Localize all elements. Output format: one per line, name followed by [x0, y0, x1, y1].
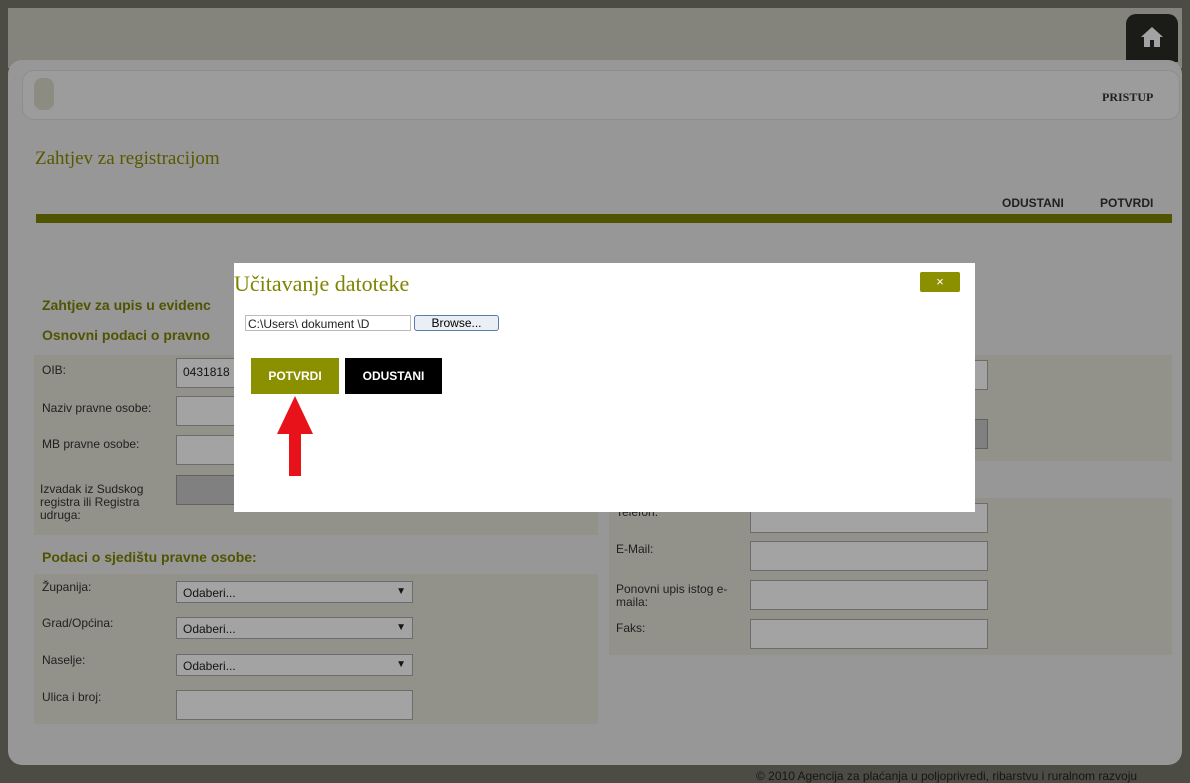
dialog-cancel-button[interactable]: ODUSTANI	[345, 358, 442, 394]
red-arrow-up	[277, 396, 313, 476]
dialog-confirm-button[interactable]: POTVRDI	[251, 358, 339, 394]
dialog-close-button[interactable]: ×	[920, 272, 960, 292]
dialog-title: Učitavanje datoteke	[234, 271, 410, 296]
upload-dialog: Učitavanje datoteke × C:\Users\ dokument…	[234, 263, 975, 512]
file-path-input[interactable]: C:\Users\ dokument \D	[245, 315, 411, 331]
close-icon: ×	[936, 274, 944, 289]
browse-button[interactable]: Browse...	[414, 315, 499, 331]
